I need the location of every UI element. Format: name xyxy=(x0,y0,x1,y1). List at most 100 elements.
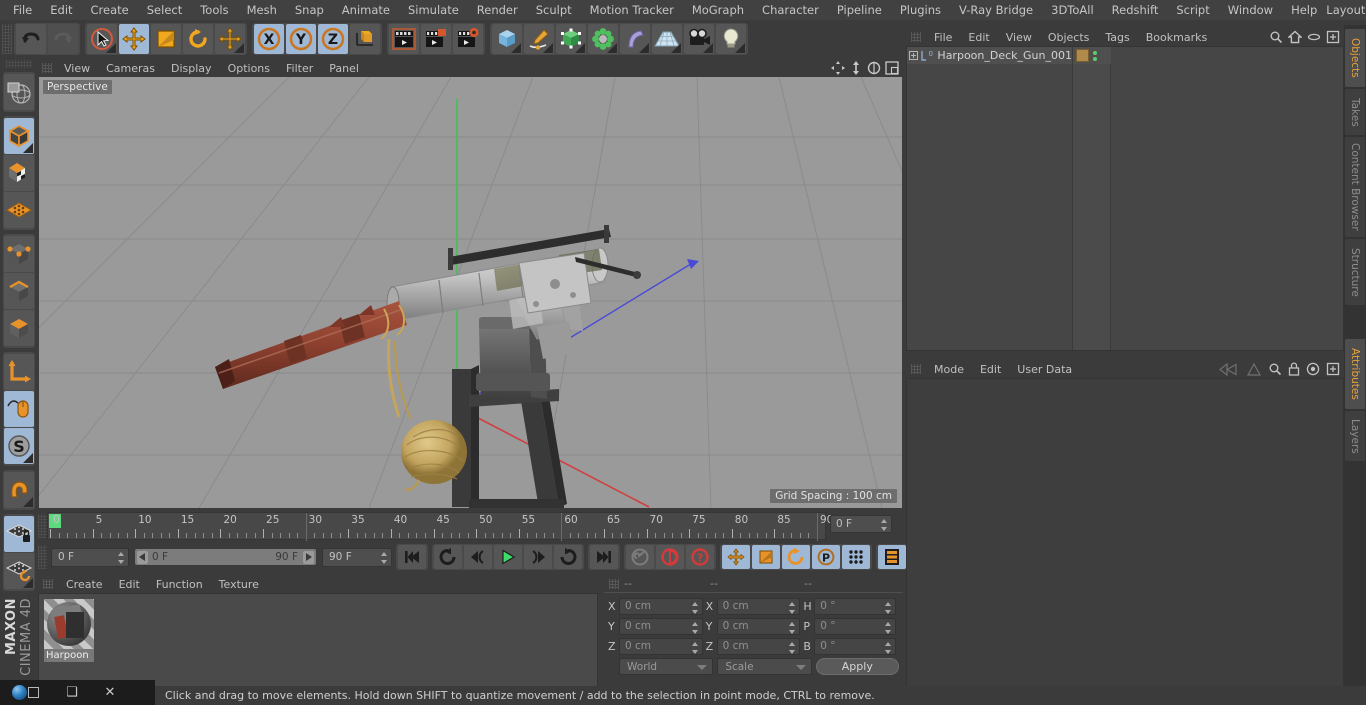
viewport-menu-options[interactable]: Options xyxy=(220,62,278,75)
apply-button[interactable]: Apply xyxy=(815,658,900,675)
current-frame-field[interactable]: 0 F xyxy=(830,515,892,533)
viewport-menu-panel[interactable]: Panel xyxy=(321,62,367,75)
menu-item-mesh[interactable]: Mesh xyxy=(238,0,286,20)
menu-item-file[interactable]: File xyxy=(4,0,41,20)
dolly-view-icon[interactable] xyxy=(848,61,863,76)
stepper-arrows-icon[interactable] xyxy=(381,551,388,564)
coordinate-mode-dropdown[interactable]: Scale xyxy=(717,658,812,675)
lock-icon[interactable] xyxy=(1288,362,1300,376)
viewport-menu-view[interactable]: View xyxy=(56,62,98,75)
floor-environment-icon[interactable] xyxy=(652,24,682,54)
stepper-arrows-icon[interactable] xyxy=(884,621,892,634)
key-rotation-icon[interactable] xyxy=(782,545,810,569)
preview-range-bar[interactable]: 0 F 90 F xyxy=(134,548,317,566)
axis-x-icon[interactable]: X xyxy=(254,24,284,54)
array-deformer-icon[interactable] xyxy=(588,24,618,54)
object-menu-edit[interactable]: Edit xyxy=(960,31,997,44)
object-extra-column[interactable] xyxy=(1111,47,1343,350)
tab-attributes[interactable]: Attributes xyxy=(1345,339,1365,409)
tab-takes[interactable]: Takes xyxy=(1345,89,1365,135)
play-forward-loop-icon[interactable] xyxy=(554,545,582,569)
texture-mode-icon[interactable] xyxy=(4,155,34,191)
timeline-ruler[interactable]: 0 5 10 15 20 25 30 35 40 45 50 55 60 65 70 75 80 85 90 xyxy=(47,512,833,541)
workplane-rotate-icon[interactable] xyxy=(4,553,34,589)
object-row[interactable]: 0 Harpoon_Deck_Gun_001 xyxy=(907,47,1072,64)
material-tag-icon[interactable] xyxy=(1076,49,1089,62)
menu-item-simulate[interactable]: Simulate xyxy=(399,0,468,20)
visibility-dots-icon[interactable] xyxy=(1093,50,1097,61)
pan-view-icon[interactable] xyxy=(830,61,845,76)
menu-item-help[interactable]: Help xyxy=(1282,0,1326,20)
coord-input-size-x[interactable]: 0 cm xyxy=(716,597,801,615)
stepper-arrows-icon[interactable] xyxy=(881,519,888,531)
coordinate-system-dropdown[interactable]: World xyxy=(619,658,714,675)
menu-item-create[interactable]: Create xyxy=(82,0,138,20)
target-icon[interactable] xyxy=(1306,362,1320,376)
viewport-solo-icon[interactable] xyxy=(4,391,34,427)
timeline-current-frame-input[interactable]: 0 F xyxy=(51,547,129,567)
stepper-arrows-icon[interactable] xyxy=(691,621,699,634)
object-tag-column[interactable] xyxy=(1073,47,1111,350)
timeline-controls-grip[interactable] xyxy=(38,545,47,569)
stepper-arrows-icon[interactable] xyxy=(789,641,796,654)
workplane-mode-icon[interactable] xyxy=(4,192,34,228)
stepper-arrows-icon[interactable] xyxy=(789,621,796,634)
play-icon[interactable] xyxy=(494,545,522,569)
object-menu-objects[interactable]: Objects xyxy=(1040,31,1098,44)
viewport-menu-display[interactable]: Display xyxy=(163,62,220,75)
coord-input-rot-p[interactable]: 0 ° xyxy=(814,617,896,635)
object-manager-body[interactable]: 0 Harpoon_Deck_Gun_001 xyxy=(906,46,1344,351)
menu-item-plugins[interactable]: Plugins xyxy=(891,0,950,20)
tab-content-browser[interactable]: Content Browser xyxy=(1345,137,1365,237)
coord-input-size-z[interactable]: 0 cm xyxy=(716,637,801,655)
timeline-view-icon[interactable] xyxy=(878,545,906,569)
menu-item-tools[interactable]: Tools xyxy=(191,0,237,20)
coord-input-pos-z[interactable]: 0 cm xyxy=(618,637,703,655)
restore-window-icon[interactable] xyxy=(28,687,39,698)
attribute-menu-user-data[interactable]: User Data xyxy=(1009,363,1080,376)
key-scale-icon[interactable] xyxy=(752,545,780,569)
menu-item-redshift[interactable]: Redshift xyxy=(1103,0,1168,20)
add-icon[interactable] xyxy=(1326,362,1340,376)
key-parameter-icon[interactable]: P xyxy=(812,545,840,569)
menu-item-select[interactable]: Select xyxy=(138,0,191,20)
camera-icon[interactable] xyxy=(684,24,714,54)
expand-toggle-icon[interactable] xyxy=(907,51,919,60)
coord-input-rot-h[interactable]: 0 ° xyxy=(814,597,896,615)
menu-item-motion-tracker[interactable]: Motion Tracker xyxy=(581,0,683,20)
tab-structure[interactable]: Structure xyxy=(1345,239,1365,305)
autokey-icon[interactable] xyxy=(656,545,684,569)
attribute-manager-body[interactable] xyxy=(906,378,1344,688)
record-key-disabled-icon[interactable] xyxy=(626,545,654,569)
timeline-grip[interactable] xyxy=(38,514,47,538)
perspective-viewport[interactable]: Perspective Grid Spacing : 100 cm xyxy=(39,77,902,508)
material-menu-create[interactable]: Create xyxy=(58,578,111,591)
material-menu-edit[interactable]: Edit xyxy=(111,578,148,591)
material-item[interactable]: Harpoon xyxy=(44,599,94,662)
menu-item-mograph[interactable]: MoGraph xyxy=(683,0,753,20)
coord-input-pos-y[interactable]: 0 cm xyxy=(618,617,703,635)
model-mode-icon[interactable] xyxy=(4,118,34,154)
oval-icon[interactable] xyxy=(1307,30,1321,44)
add-layer-icon[interactable] xyxy=(1326,30,1340,44)
coordinate-grip[interactable] xyxy=(609,578,619,589)
step-back-icon[interactable] xyxy=(464,545,492,569)
search-icon[interactable] xyxy=(1269,30,1283,44)
coord-input-pos-x[interactable]: 0 cm xyxy=(618,597,703,615)
tab-layers[interactable]: Layers xyxy=(1345,411,1365,461)
viewport-menu-cameras[interactable]: Cameras xyxy=(98,62,163,75)
menu-item-character[interactable]: Character xyxy=(753,0,828,20)
home-icon[interactable] xyxy=(1288,30,1302,44)
move-icon[interactable] xyxy=(119,24,149,54)
object-menu-view[interactable]: View xyxy=(998,31,1040,44)
redo-icon[interactable] xyxy=(48,24,78,54)
material-menu-texture[interactable]: Texture xyxy=(211,578,267,591)
nurbs-generator-icon[interactable] xyxy=(556,24,586,54)
tab-objects[interactable]: Objects xyxy=(1345,29,1365,87)
spline-pen-icon[interactable] xyxy=(524,24,554,54)
bend-deformer-icon[interactable] xyxy=(620,24,650,54)
object-tree[interactable]: 0 Harpoon_Deck_Gun_001 xyxy=(907,47,1073,350)
history-back-icon[interactable] xyxy=(1218,362,1240,376)
key-position-icon[interactable] xyxy=(722,545,750,569)
coordinate-system-icon[interactable] xyxy=(350,24,380,54)
